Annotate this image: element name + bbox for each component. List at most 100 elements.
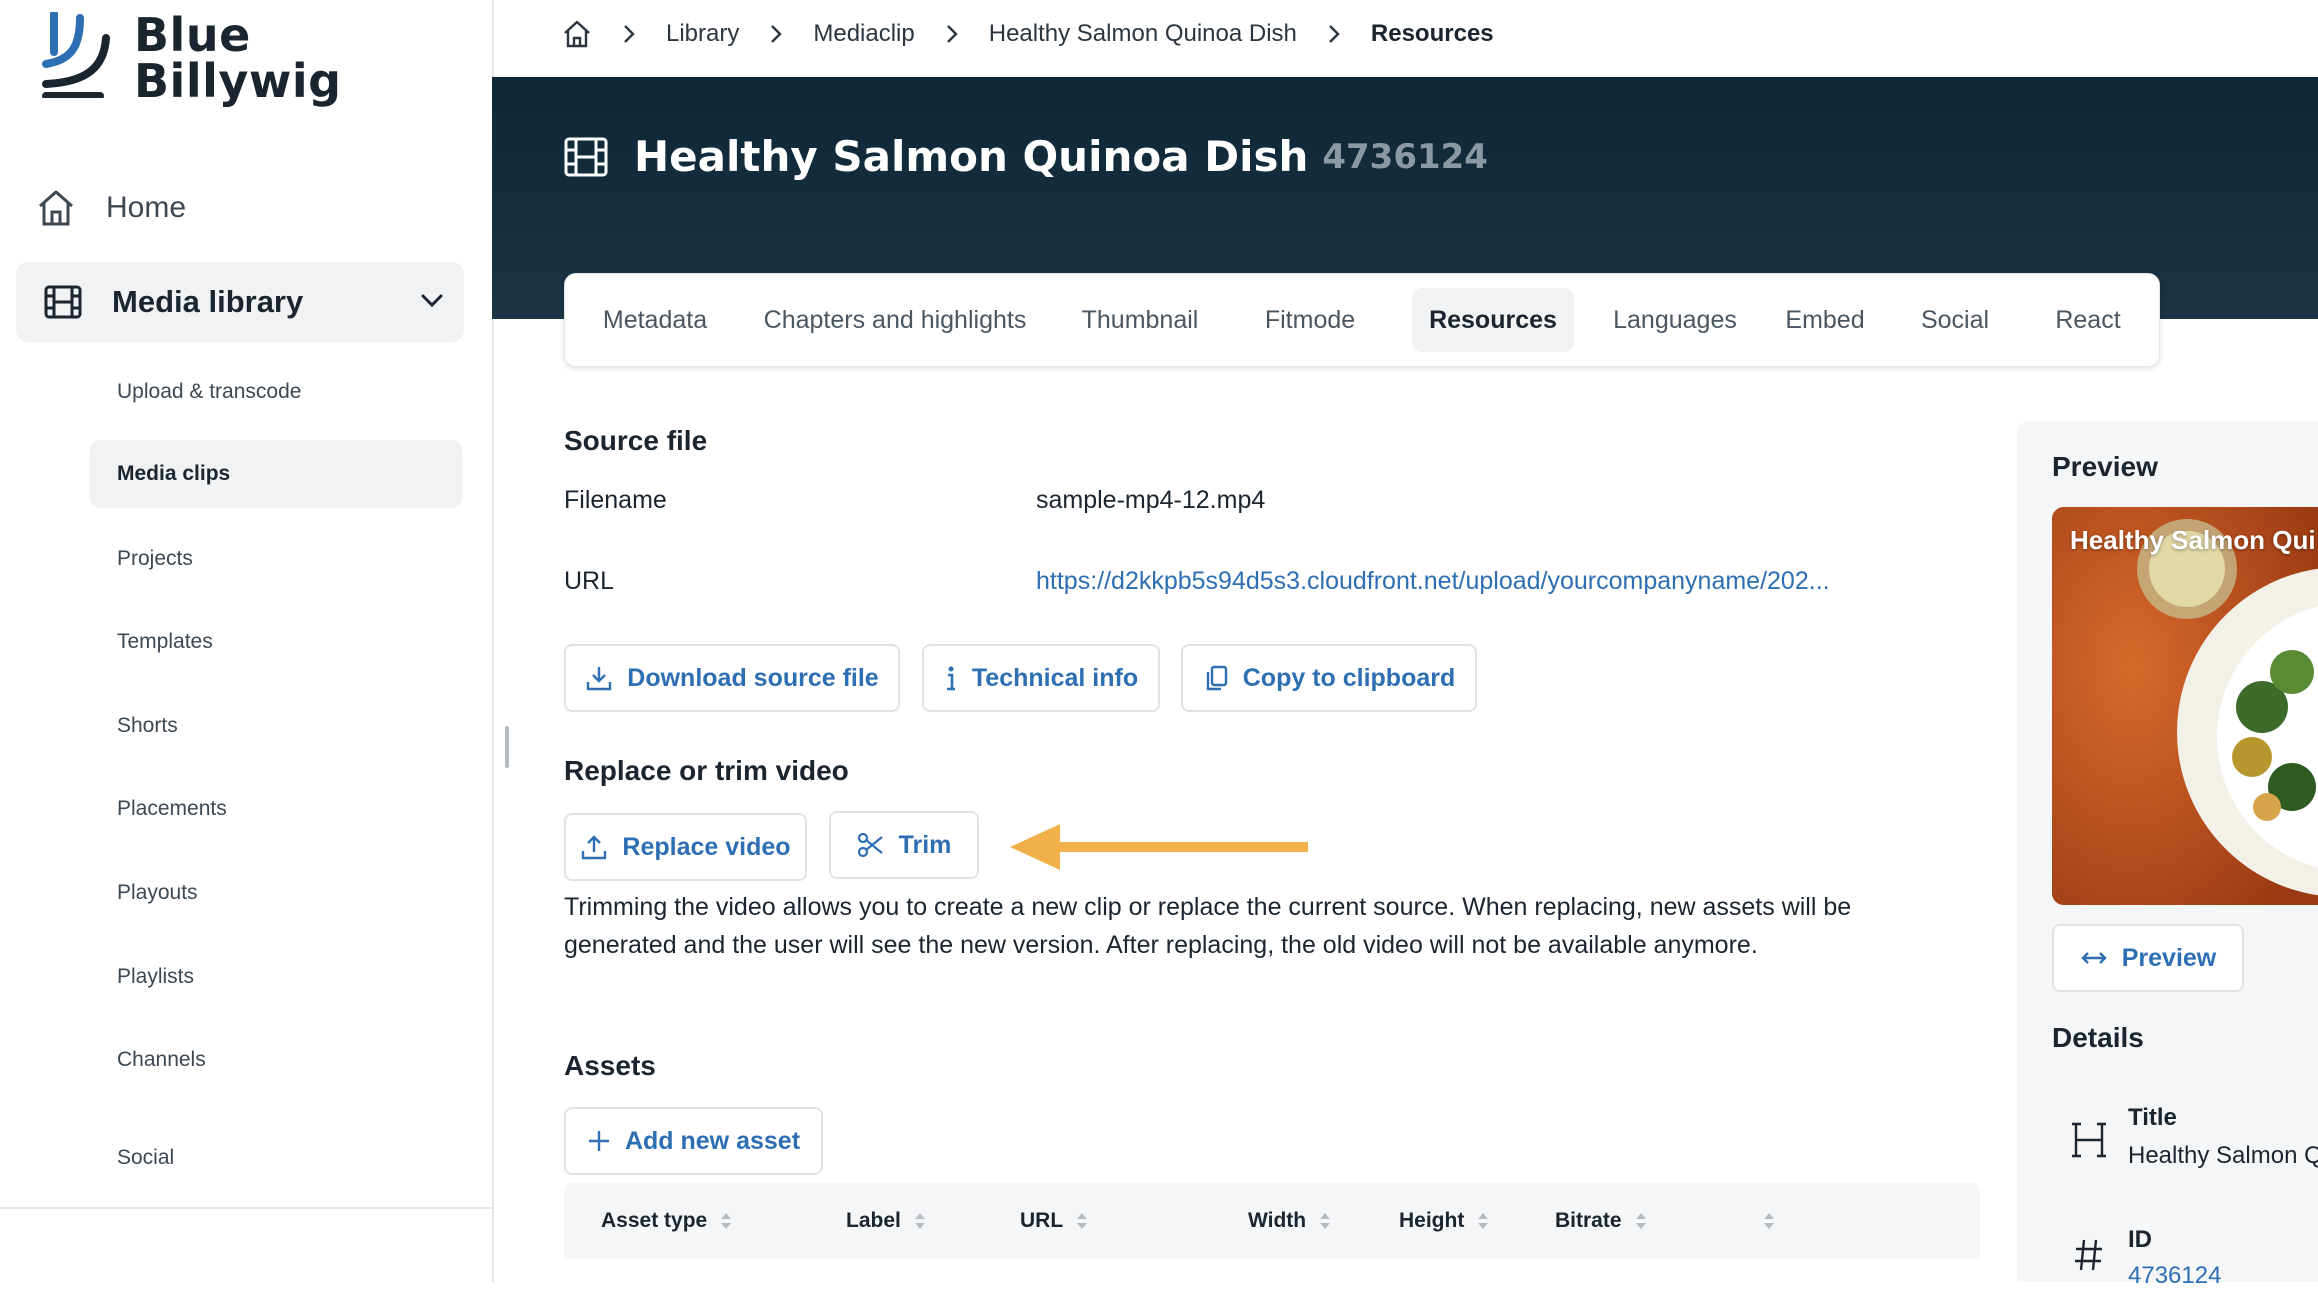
thumbnail-caption: Healthy Salmon Qui xyxy=(2070,525,2316,555)
sidebar-item-templates[interactable]: Templates xyxy=(89,608,463,676)
id-value[interactable]: 4736124 xyxy=(2128,1262,2221,1290)
technical-info-button[interactable]: Technical info xyxy=(922,644,1160,712)
clip-id: 4736124 xyxy=(1322,136,1488,177)
column-label: Label xyxy=(846,1209,901,1232)
sort-icon xyxy=(1476,1210,1490,1232)
sidebar-item-channels[interactable]: Channels xyxy=(89,1026,463,1094)
trim-button[interactable]: Trim xyxy=(829,811,979,879)
video-thumbnail[interactable]: Healthy Salmon Qui xyxy=(2052,507,2318,905)
filename-value: sample-mp4-12.mp4 xyxy=(1036,486,1266,514)
url-label: URL xyxy=(564,567,615,595)
home-icon[interactable] xyxy=(562,19,592,49)
breadcrumb-library[interactable]: Library xyxy=(666,20,739,48)
sort-icon xyxy=(1318,1210,1332,1232)
brand-line-2: Billywig xyxy=(134,54,342,108)
filename-label: Filename xyxy=(564,486,667,514)
tab-thumbnail[interactable]: Thumbnail xyxy=(1065,288,1215,352)
trim-label: Trim xyxy=(898,830,952,859)
column-label: Bitrate xyxy=(1555,1209,1622,1232)
page-title: Healthy Salmon Quinoa Dish 4736124 xyxy=(564,132,1488,181)
breadcrumb-current: Resources xyxy=(1370,20,1494,47)
download-source-file-button[interactable]: Download source file xyxy=(564,644,900,712)
section-heading-replace-trim: Replace or trim video xyxy=(564,755,849,786)
sidebar-item-projects[interactable]: Projects xyxy=(89,525,463,593)
replace-video-button[interactable]: Replace video xyxy=(564,813,807,881)
tab-react[interactable]: React xyxy=(2033,288,2143,352)
hash-icon xyxy=(2075,1239,2102,1271)
sidebar-item-media-clips[interactable]: Media clips xyxy=(89,440,463,508)
preview-button[interactable]: Preview xyxy=(2052,924,2244,992)
column-actions[interactable] xyxy=(1750,1183,1776,1259)
brand-logo-icon xyxy=(42,12,110,98)
column-width[interactable]: Width xyxy=(1248,1183,1332,1259)
film-icon xyxy=(564,137,608,176)
sidebar-item-label: Projects xyxy=(117,547,193,570)
chevron-down-icon[interactable] xyxy=(418,286,446,314)
download-icon xyxy=(585,664,613,692)
sort-icon xyxy=(913,1210,927,1232)
clip-title: Healthy Salmon Quinoa Dish xyxy=(634,132,1309,181)
tab-metadata[interactable]: Metadata xyxy=(585,288,725,352)
sidebar-item-playouts[interactable]: Playouts xyxy=(89,859,463,927)
sidebar-item-upload-transcode[interactable]: Upload & transcode xyxy=(89,358,463,426)
sidebar-item-label: Placements xyxy=(117,797,227,820)
brand-wordmark[interactable]: Blue Billywig xyxy=(134,12,342,104)
title-value: Healthy Salmon Q xyxy=(2128,1142,2318,1169)
sidebar-item-label: Upload & transcode xyxy=(117,380,302,403)
copy-to-clipboard-button[interactable]: Copy to clipboard xyxy=(1181,644,1477,712)
tab-social[interactable]: Social xyxy=(1905,288,2005,352)
sidebar-resize-handle[interactable] xyxy=(505,726,509,768)
sort-icon xyxy=(719,1210,733,1232)
chevron-right-icon xyxy=(769,23,783,45)
sidebar-item-label: Playouts xyxy=(117,881,198,904)
sidebar-item-playlists[interactable]: Playlists xyxy=(89,943,463,1011)
tab-languages[interactable]: Languages xyxy=(1605,288,1745,352)
tab-fitmode[interactable]: Fitmode xyxy=(1245,288,1375,352)
breadcrumb-mediaclip[interactable]: Mediaclip xyxy=(813,20,914,48)
film-icon xyxy=(44,285,82,319)
scissors-icon xyxy=(857,831,885,859)
details-heading: Details xyxy=(2052,1022,2144,1053)
column-label[interactable]: Label xyxy=(846,1183,927,1259)
info-icon xyxy=(944,664,958,692)
preview-button-label: Preview xyxy=(2121,943,2217,972)
sidebar-divider xyxy=(0,1207,492,1209)
nav-media-library-label: Media library xyxy=(112,284,304,319)
sidebar-item-label: Playlists xyxy=(117,965,195,988)
sidebar-item-label: Shorts xyxy=(117,714,178,737)
sort-icon xyxy=(1075,1210,1089,1232)
column-height[interactable]: Height xyxy=(1399,1183,1490,1259)
home-icon xyxy=(39,190,73,226)
tab-resources[interactable]: Resources xyxy=(1412,288,1574,352)
tab-bar: Metadata Chapters and highlights Thumbna… xyxy=(564,273,2160,367)
column-url[interactable]: URL xyxy=(1020,1183,1089,1259)
column-asset-type[interactable]: Asset type xyxy=(601,1183,733,1259)
title-label: Title xyxy=(2128,1104,2177,1131)
url-link[interactable]: https://d2kkpb5s94d5s3.cloudfront.net/up… xyxy=(1036,567,1830,596)
column-bitrate[interactable]: Bitrate xyxy=(1555,1183,1648,1259)
copy-to-clipboard-label: Copy to clipboard xyxy=(1242,663,1456,692)
nav-home[interactable]: Home xyxy=(36,180,186,236)
sidebar-item-placements[interactable]: Placements xyxy=(89,775,463,843)
sidebar-item-shorts[interactable]: Shorts xyxy=(89,692,463,760)
id-label: ID xyxy=(2128,1226,2152,1253)
nav-media-library[interactable]: Media library xyxy=(16,262,464,342)
add-new-asset-button[interactable]: Add new asset xyxy=(564,1107,823,1175)
tab-chapters-highlights[interactable]: Chapters and highlights xyxy=(755,288,1035,352)
sidebar-item-social[interactable]: Social xyxy=(89,1124,463,1192)
add-new-asset-label: Add new asset xyxy=(624,1126,801,1155)
sidebar-item-label: Social xyxy=(117,1146,175,1169)
nav-home-label: Home xyxy=(106,191,187,224)
sidebar-item-label: Channels xyxy=(117,1048,206,1071)
chevron-right-icon xyxy=(945,23,959,45)
breadcrumb-clip-title[interactable]: Healthy Salmon Quinoa Dish xyxy=(989,20,1297,48)
sidebar-item-label: Templates xyxy=(117,630,213,653)
sort-icon xyxy=(1762,1210,1776,1232)
assets-table-header: Asset type Label URL Width Height Bitrat… xyxy=(564,1183,1980,1259)
brand-line-1: Blue xyxy=(134,8,251,62)
sidebar: Blue Billywig Home Media library Upload … xyxy=(0,0,494,1282)
detail-id: ID 4736124 xyxy=(2052,1218,2318,1289)
tab-embed[interactable]: Embed xyxy=(1775,288,1875,352)
copy-icon xyxy=(1203,664,1229,692)
chevron-right-icon xyxy=(622,23,636,45)
